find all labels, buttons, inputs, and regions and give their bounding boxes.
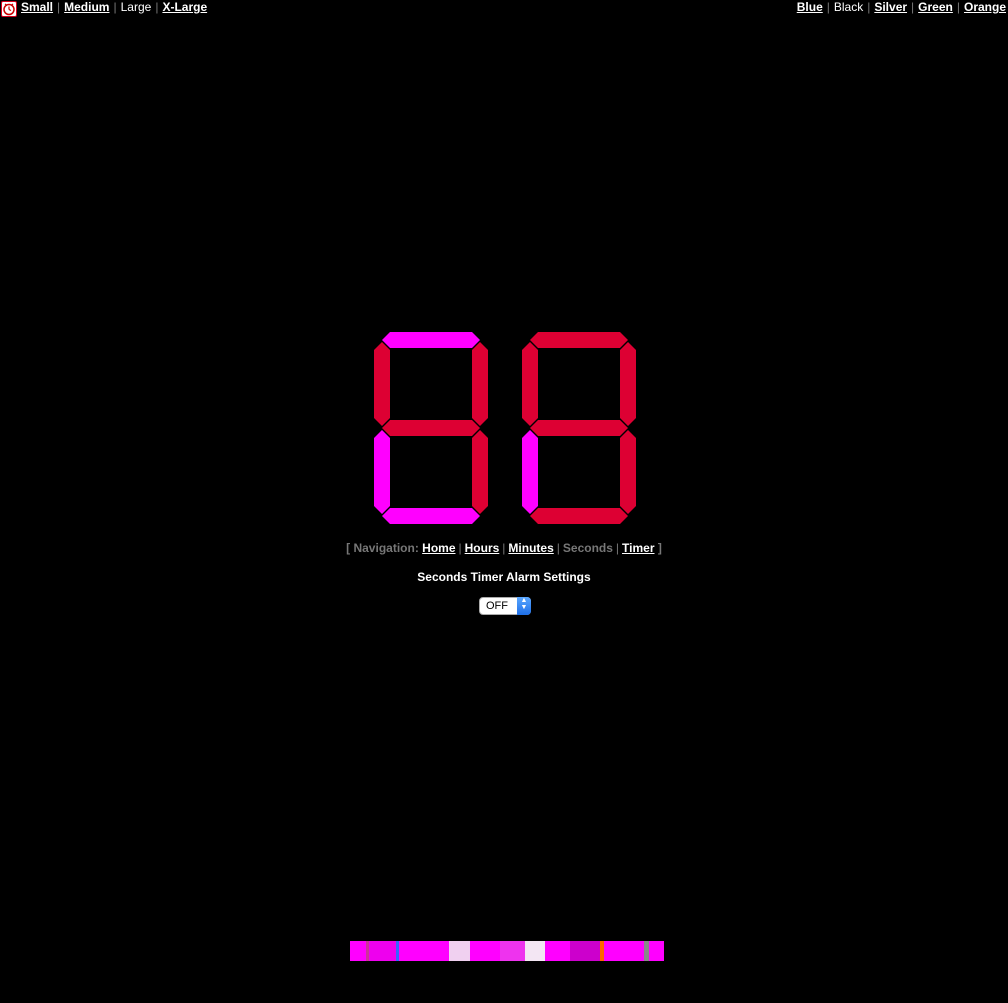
segment-d bbox=[530, 508, 628, 524]
separator: | bbox=[867, 0, 871, 14]
segment-a bbox=[382, 332, 480, 348]
nav-current-seconds: Seconds bbox=[562, 541, 613, 555]
size-current-large: Large bbox=[120, 0, 152, 14]
size-link-medium[interactable]: Medium bbox=[64, 0, 109, 14]
digit-ones bbox=[522, 332, 636, 524]
separator: | bbox=[458, 541, 462, 555]
nav-link-home[interactable]: Home bbox=[422, 541, 455, 555]
alarm-settings-title: Seconds Timer Alarm Settings bbox=[417, 570, 591, 584]
color-links: Blue | Black | Silver | Green | Orange bbox=[797, 0, 1006, 14]
color-link-blue[interactable]: Blue bbox=[797, 0, 823, 14]
size-link-x-large[interactable]: X-Large bbox=[162, 0, 207, 14]
navigation-label: [ Navigation: bbox=[346, 541, 419, 555]
segment-e bbox=[522, 430, 538, 514]
segment-g bbox=[530, 420, 628, 436]
top-bar: Small | Medium | Large | X-Large Blue | Black | Si… bbox=[0, 0, 1008, 17]
color-link-silver[interactable]: Silver bbox=[874, 0, 907, 14]
separator: | bbox=[615, 541, 620, 555]
size-links: Small | Medium | Large | X-Large bbox=[21, 0, 207, 14]
alarm-select-value: OFF bbox=[486, 600, 508, 612]
color-link-orange[interactable]: Orange bbox=[964, 0, 1006, 14]
segment-b bbox=[620, 342, 636, 426]
segment-b bbox=[472, 342, 488, 426]
nav-link-minutes[interactable]: Minutes bbox=[508, 541, 553, 555]
bottom-banner[interactable] bbox=[350, 941, 664, 961]
navigation-bar: [ Navigation: Home | Hours | Minutes | Seconds… bbox=[0, 541, 1008, 555]
separator: | bbox=[956, 0, 960, 14]
segment-g bbox=[382, 420, 480, 436]
segment-c bbox=[620, 430, 636, 514]
segment-d bbox=[382, 508, 480, 524]
alarm-select[interactable]: OFF ▲ ▼ bbox=[479, 597, 531, 615]
segment-f bbox=[374, 342, 390, 426]
separator: | bbox=[57, 0, 61, 14]
size-link-small[interactable]: Small bbox=[21, 0, 53, 14]
segment-f bbox=[522, 342, 538, 426]
segment-e bbox=[374, 430, 390, 514]
segment-a bbox=[530, 332, 628, 348]
color-current-black: Black bbox=[833, 0, 864, 14]
navigation-close: ] bbox=[657, 541, 662, 555]
seconds-display bbox=[0, 330, 1008, 526]
clock-logo-icon[interactable] bbox=[1, 1, 17, 17]
select-arrows-icon: ▲ ▼ bbox=[517, 597, 531, 615]
separator: | bbox=[502, 541, 506, 555]
digit-tens bbox=[374, 332, 488, 524]
color-link-green[interactable]: Green bbox=[918, 0, 953, 14]
segment-c bbox=[472, 430, 488, 514]
separator: | bbox=[911, 0, 915, 14]
separator: | bbox=[113, 0, 117, 14]
nav-link-timer[interactable]: Timer bbox=[622, 541, 654, 555]
nav-link-hours[interactable]: Hours bbox=[465, 541, 500, 555]
separator: | bbox=[826, 0, 830, 14]
separator: | bbox=[155, 0, 159, 14]
separator: | bbox=[556, 541, 560, 555]
